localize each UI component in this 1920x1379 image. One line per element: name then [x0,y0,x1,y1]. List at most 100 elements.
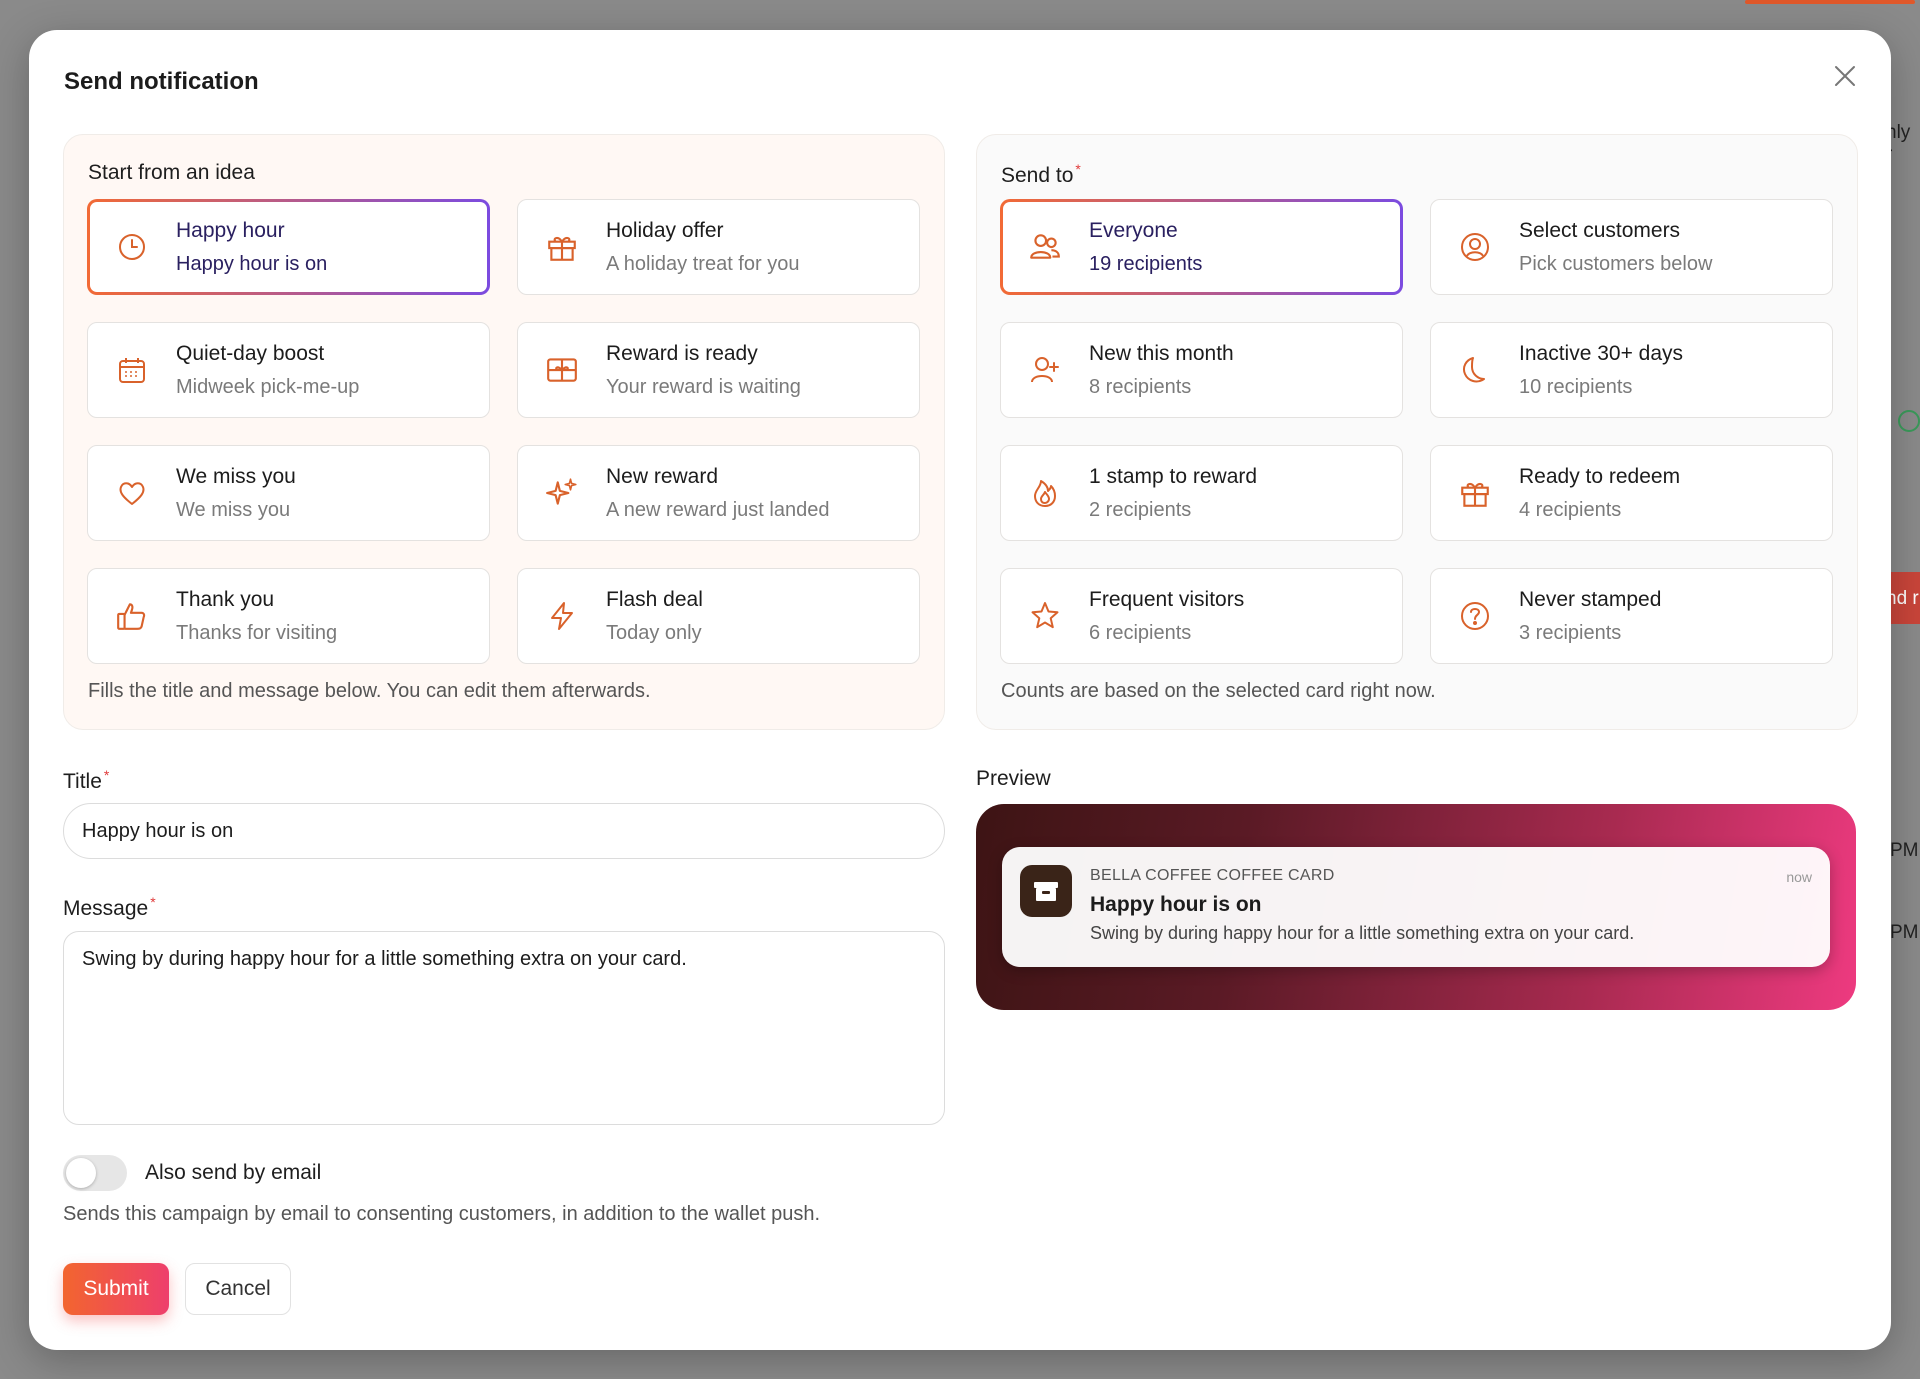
audience-count: 4 recipients [1519,498,1622,521]
idea-we-miss-you[interactable]: We miss you We miss you [87,445,490,541]
send-to-note: Counts are based on the selected card ri… [1001,680,1436,702]
background-accent-bar [1745,0,1915,4]
idea-subtitle: Thanks for visiting [176,621,338,644]
idea-subtitle: We miss you [176,498,291,521]
message-input[interactable]: Swing by during happy hour for a little … [63,931,945,1125]
email-toggle[interactable] [63,1155,127,1191]
flame-icon [1023,471,1067,515]
idea-thank-you[interactable]: Thank you Thanks for visiting [87,568,490,664]
background-text: PM [1890,922,1919,943]
wallet-app-icon [1020,865,1072,917]
audience-title: New this month [1089,341,1234,365]
background-text: nly r [1886,122,1911,165]
required-marker: * [150,894,156,910]
thumbs-up-icon [110,594,154,638]
audience-count: 6 recipients [1089,621,1192,644]
background-check-icon [1898,410,1920,432]
gift-icon [540,225,584,269]
notification-app-name: BELLA COFFEE COFFEE CARD [1090,867,1335,884]
ideas-panel: Start from an idea Happy hour Happy hour … [63,134,945,730]
user-plus-icon [1023,348,1067,392]
audience-count: 19 recipients [1089,252,1203,275]
idea-subtitle: Midweek pick-me-up [176,375,360,398]
idea-title: Reward is ready [606,341,758,365]
message-label-text: Message [63,897,149,920]
sparkles-icon [540,471,584,515]
clock-icon [110,225,154,269]
audience-count: 2 recipients [1089,498,1192,521]
idea-flash-deal[interactable]: Flash deal Today only [517,568,920,664]
calendar-icon [110,348,154,392]
audience-count: Pick customers below [1519,252,1713,275]
audience-everyone[interactable]: Everyone 19 recipients [1000,199,1403,295]
cancel-button[interactable]: Cancel [185,1263,291,1315]
ideas-grid: Happy hour Happy hour is on Holiday offer… [87,199,920,664]
email-toggle-help: Sends this campaign by email to consenti… [63,1203,821,1225]
idea-title: Flash deal [606,587,703,611]
send-to-panel: Send to * Everyone 19 recipients Select cu… [976,134,1858,730]
audience-count: 8 recipients [1089,375,1192,398]
audience-new-this-month[interactable]: New this month 8 recipients [1000,322,1403,418]
audience-select-customers[interactable]: Select customers Pick customers below [1430,199,1833,295]
idea-subtitle: A new reward just landed [606,498,830,521]
title-input[interactable]: Happy hour is on [63,803,945,859]
users-icon [1023,225,1067,269]
idea-title: Happy hour [176,218,285,242]
notification-preview: BELLA COFFEE COFFEE CARD now Happy hour … [976,804,1856,1010]
audience-count: 3 recipients [1519,621,1622,644]
audience-title: Select customers [1519,218,1681,242]
submit-button[interactable]: Submit [63,1263,169,1315]
send-notification-dialog: Send notification Start from an idea Hap… [29,30,1891,1350]
audience-ready-to-redeem[interactable]: Ready to redeem 4 recipients [1430,445,1833,541]
idea-new-reward[interactable]: New reward A new reward just landed [517,445,920,541]
preview-label: Preview [976,767,1051,790]
idea-subtitle: Happy hour is on [176,252,328,275]
ideas-label: Start from an idea [88,161,255,184]
audience-title: 1 stamp to reward [1089,464,1258,488]
toggle-knob [66,1158,96,1188]
gift-icon [1453,471,1497,515]
dialog-title: Send notification [64,68,259,95]
idea-subtitle: Your reward is waiting [606,375,801,398]
notification-title: Happy hour is on [1090,893,1262,916]
send-to-label: Send to * [1001,161,1081,188]
audience-title: Never stamped [1519,587,1662,611]
idea-subtitle: A holiday treat for you [606,252,800,275]
audience-title: Ready to redeem [1519,464,1681,488]
close-button[interactable] [1827,58,1863,94]
required-marker: * [103,767,110,783]
idea-title: We miss you [176,464,296,488]
lightning-icon [540,594,584,638]
email-toggle-label: Also send by email [145,1161,322,1184]
notification-card: BELLA COFFEE COFFEE CARD now Happy hour … [1002,847,1830,967]
message-label: Message * [63,894,156,921]
idea-happy-hour[interactable]: Happy hour Happy hour is on [87,199,490,295]
audience-title: Inactive 30+ days [1519,341,1684,365]
idea-holiday-offer[interactable]: Holiday offer A holiday treat for you [517,199,920,295]
required-marker: * [1075,161,1081,177]
audience-title: Everyone [1089,218,1178,242]
help-circle-icon [1453,594,1497,638]
audience-1-stamp-to-reward[interactable]: 1 stamp to reward 2 recipients [1000,445,1403,541]
notification-time: now [1786,869,1812,885]
audience-count: 10 recipients [1519,375,1633,398]
background-text: PM [1890,840,1919,861]
audience-never-stamped[interactable]: Never stamped 3 recipients [1430,568,1833,664]
idea-title: Holiday offer [606,218,724,242]
moon-icon [1453,348,1497,392]
heart-icon [110,471,154,515]
audience-frequent-visitors[interactable]: Frequent visitors 6 recipients [1000,568,1403,664]
idea-quiet-day-boost[interactable]: Quiet-day boost Midweek pick-me-up [87,322,490,418]
idea-title: Quiet-day boost [176,341,325,365]
close-icon [1835,66,1855,86]
notification-body: Swing by during happy hour for a little … [1090,923,1635,943]
send-to-label-text: Send to [1001,164,1074,187]
user-circle-icon [1453,225,1497,269]
ideas-note: Fills the title and message below. You c… [88,680,651,702]
idea-reward-is-ready[interactable]: Reward is ready Your reward is waiting [517,322,920,418]
audience-title: Frequent visitors [1089,587,1245,611]
gift-card-icon [540,348,584,392]
audience-inactive-30-days[interactable]: Inactive 30+ days 10 recipients [1430,322,1833,418]
title-label: Title * [63,767,109,794]
idea-subtitle: Today only [606,621,702,644]
